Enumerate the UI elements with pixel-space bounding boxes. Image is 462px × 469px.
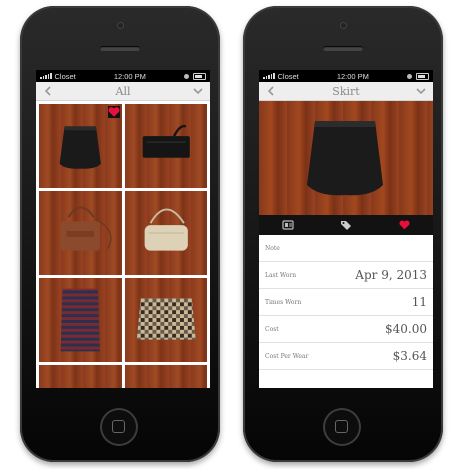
rotation-lock-icon <box>407 73 412 79</box>
times-worn-value: 11 <box>411 295 427 309</box>
speaker-grille <box>100 46 140 51</box>
row-cost-per-wear[interactable]: Cost Per Wear $3.64 <box>259 343 433 370</box>
status-time: 12:00 PM <box>336 71 369 81</box>
nav-title[interactable]: All <box>116 85 131 98</box>
nav-bar: All <box>36 82 210 101</box>
status-bar: Closet 12:00 PM <box>259 70 433 82</box>
status-bar: Closet 12:00 PM <box>36 70 210 82</box>
row-note[interactable]: Note <box>259 235 433 262</box>
item-tile-brown-bag[interactable] <box>39 191 122 275</box>
cost-per-wear-label: Cost Per Wear <box>265 352 309 360</box>
row-last-worn[interactable]: Last Worn Apr 9, 2013 <box>259 262 433 289</box>
favorite-heart-icon[interactable] <box>107 106 120 118</box>
screen-item-detail: Closet 12:00 PM Skirt Note Last Worn Apr… <box>259 70 433 388</box>
label-icon[interactable] <box>336 217 356 233</box>
cost-per-wear-value: $3.64 <box>392 349 427 363</box>
heart-icon[interactable] <box>394 217 414 233</box>
rotation-lock-icon <box>184 73 189 79</box>
item-tile-cream-bag[interactable] <box>124 191 207 275</box>
item-tile-striped-skirt[interactable] <box>39 278 122 362</box>
times-worn-label: Times Worn <box>265 298 302 306</box>
back-chevron-icon[interactable] <box>41 84 55 98</box>
carrier: Closet <box>40 72 76 81</box>
chevron-down-icon[interactable] <box>191 84 205 98</box>
nav-title[interactable]: Skirt <box>332 85 359 98</box>
cost-label: Cost <box>265 325 279 333</box>
cost-value: $40.00 <box>385 322 427 336</box>
front-camera <box>340 22 347 29</box>
status-time: 12:00 PM <box>113 71 146 81</box>
item-tile-skirt[interactable] <box>39 104 122 188</box>
speaker-grille <box>323 46 363 51</box>
home-button[interactable] <box>323 408 361 446</box>
note-label: Note <box>265 244 280 252</box>
item-photo <box>259 101 433 215</box>
battery-icon <box>416 72 429 80</box>
item-tile-partial[interactable] <box>124 365 207 388</box>
back-chevron-icon[interactable] <box>264 84 278 98</box>
carrier-name: Closet <box>277 71 299 81</box>
detail-tab-bar <box>259 215 433 235</box>
detail-rows: Note Last Worn Apr 9, 2013 Times Worn 11… <box>259 235 433 370</box>
item-tile-knit-skirt[interactable] <box>124 278 207 362</box>
last-worn-value: Apr 9, 2013 <box>355 268 427 282</box>
screen-all-items: Closet 12:00 PM All <box>36 70 210 388</box>
signal-icon <box>263 73 275 79</box>
phone-right: Closet 12:00 PM Skirt Note Last Worn Apr… <box>243 6 443 462</box>
signal-icon <box>40 73 52 79</box>
item-tile-clutch[interactable] <box>124 104 207 188</box>
carrier-name: Closet <box>54 71 76 81</box>
chevron-down-icon[interactable] <box>414 84 428 98</box>
row-cost[interactable]: Cost $40.00 <box>259 316 433 343</box>
last-worn-label: Last Worn <box>265 271 297 279</box>
item-tile-partial[interactable] <box>39 365 122 388</box>
nav-bar: Skirt <box>259 82 433 101</box>
home-button[interactable] <box>100 408 138 446</box>
front-camera <box>117 22 124 29</box>
phone-left: Closet 12:00 PM All <box>20 6 220 462</box>
row-times-worn[interactable]: Times Worn 11 <box>259 289 433 316</box>
carrier: Closet <box>263 72 299 81</box>
battery-icon <box>193 72 206 80</box>
tag-icon[interactable] <box>278 217 298 233</box>
item-grid <box>36 101 210 388</box>
